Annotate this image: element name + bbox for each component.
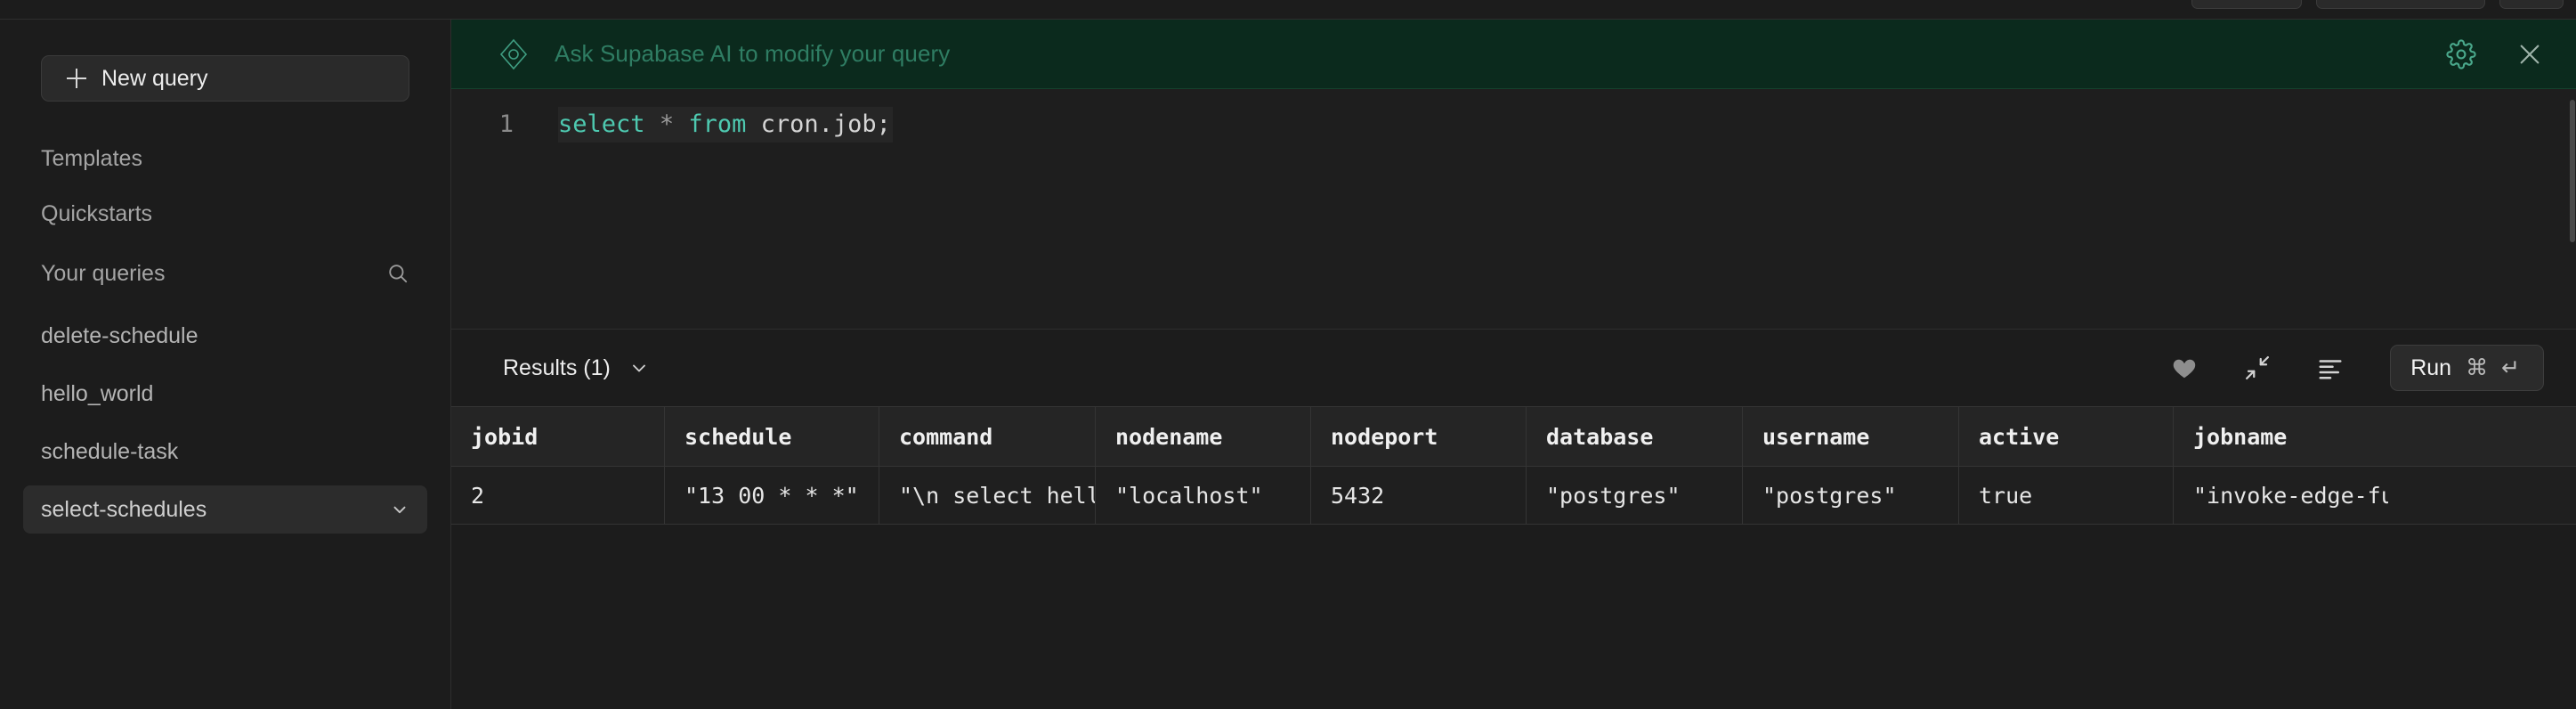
results-grid-wrapper[interactable]: jobid schedule command nodename nodeport…	[451, 406, 2576, 709]
sidebar-nav: Templates Quickstarts	[0, 102, 450, 225]
list-item[interactable]: hello_world	[23, 370, 427, 418]
sql-space	[645, 110, 660, 138]
code-text[interactable]: select * from cron.job;	[558, 107, 893, 143]
supabase-ai-logo-icon	[499, 38, 528, 69]
sidebar: New query Templates Quickstarts Your que…	[0, 0, 451, 709]
query-name: hello_world	[41, 380, 154, 406]
table-row[interactable]: 2 "13 00 * * *" "\n select hello "localh…	[451, 467, 2576, 525]
chevron-down-icon	[632, 364, 645, 372]
gear-icon	[2446, 38, 2476, 69]
ai-bar-actions	[2446, 38, 2544, 69]
chevron-down-icon[interactable]	[390, 500, 409, 519]
column-header-jobname[interactable]: jobname	[2174, 407, 2388, 466]
saved-queries-list: delete-schedule hello_world schedule-tas…	[0, 312, 450, 534]
column-header-nodename[interactable]: nodename	[1096, 407, 1311, 466]
close-icon	[2520, 45, 2540, 63]
column-header-nodeport[interactable]: nodeport	[1311, 407, 1527, 466]
favorite-query-button[interactable]	[2171, 354, 2198, 381]
results-dropdown[interactable]: Results (1)	[503, 355, 650, 381]
your-queries-header: Your queries	[0, 258, 450, 289]
format-sql-button[interactable]	[2317, 354, 2344, 381]
cell-active[interactable]: true	[1959, 467, 2174, 524]
results-grid: jobid schedule command nodename nodeport…	[451, 406, 2576, 525]
plus-icon	[67, 69, 86, 88]
new-query-wrapper: New query	[0, 20, 450, 102]
results-toolbar: Results (1) Run ⌘ ↵	[451, 330, 2576, 406]
run-query-button[interactable]: Run ⌘ ↵	[2390, 345, 2544, 391]
sql-space-2	[674, 110, 688, 138]
cell-database[interactable]: "postgres"	[1527, 467, 1743, 524]
sql-keyword-from: from	[688, 110, 747, 138]
run-shortcut: ⌘ ↵	[2466, 355, 2523, 380]
sql-table-ref: cron.job;	[746, 110, 891, 138]
cell-jobname[interactable]: "invoke-edge-fun	[2174, 467, 2388, 524]
main-pane: 1 select * from cron.job; Results (1)	[451, 0, 2576, 709]
search-queries-button[interactable]	[386, 262, 409, 285]
scrollbar-thumb[interactable]	[2570, 100, 2575, 242]
sidebar-item-templates[interactable]: Templates	[41, 148, 409, 170]
column-header-jobid[interactable]: jobid	[451, 407, 665, 466]
ai-prompt-input[interactable]	[555, 40, 2423, 68]
query-name: select-schedules	[41, 496, 207, 522]
code-line: 1 select * from cron.job;	[451, 107, 2576, 143]
collapse-icon	[2246, 356, 2270, 379]
column-header-active[interactable]: active	[1959, 407, 2174, 466]
ai-settings-button[interactable]	[2446, 38, 2476, 69]
cell-command[interactable]: "\n select hello	[879, 467, 1096, 524]
search-icon	[389, 265, 408, 283]
new-query-label: New query	[101, 65, 208, 91]
list-item[interactable]: delete-schedule	[23, 312, 427, 360]
sql-keyword-select: select	[558, 110, 645, 138]
sql-editor-app: New query Templates Quickstarts Your que…	[0, 0, 2576, 709]
vertical-scrollbar[interactable]	[2569, 20, 2576, 709]
column-header-username[interactable]: username	[1743, 407, 1959, 466]
run-label: Run	[2410, 354, 2452, 380]
column-header-command[interactable]: command	[879, 407, 1096, 466]
sql-editor[interactable]: 1 select * from cron.job;	[451, 89, 2576, 330]
results-label: Results (1)	[503, 354, 611, 380]
cell-nodename[interactable]: "localhost"	[1096, 467, 1311, 524]
ai-close-button[interactable]	[2515, 40, 2544, 69]
list-item-selected[interactable]: select-schedules	[23, 485, 427, 534]
column-header-database[interactable]: database	[1527, 407, 1743, 466]
line-number: 1	[498, 110, 514, 138]
new-query-button[interactable]: New query	[41, 55, 409, 102]
collapse-results-button[interactable]	[2244, 354, 2271, 381]
grid-header-row: jobid schedule command nodename nodeport…	[451, 407, 2576, 467]
results-toolbar-actions: Run ⌘ ↵	[2171, 345, 2544, 391]
cell-nodeport[interactable]: 5432	[1311, 467, 1527, 524]
format-sql-icon	[2319, 360, 2342, 379]
sql-star: *	[659, 110, 675, 138]
list-item[interactable]: schedule-task	[23, 428, 427, 476]
sidebar-item-quickstarts[interactable]: Quickstarts	[41, 203, 409, 225]
cell-jobid[interactable]: 2	[451, 467, 665, 524]
your-queries-label: Your queries	[41, 260, 166, 286]
cell-schedule[interactable]: "13 00 * * *"	[665, 467, 879, 524]
heart-icon	[2173, 359, 2196, 379]
ai-assistant-bar	[451, 20, 2576, 89]
query-name: schedule-task	[41, 438, 179, 464]
column-header-schedule[interactable]: schedule	[665, 407, 879, 466]
query-name: delete-schedule	[41, 322, 198, 348]
cell-username[interactable]: "postgres"	[1743, 467, 1959, 524]
